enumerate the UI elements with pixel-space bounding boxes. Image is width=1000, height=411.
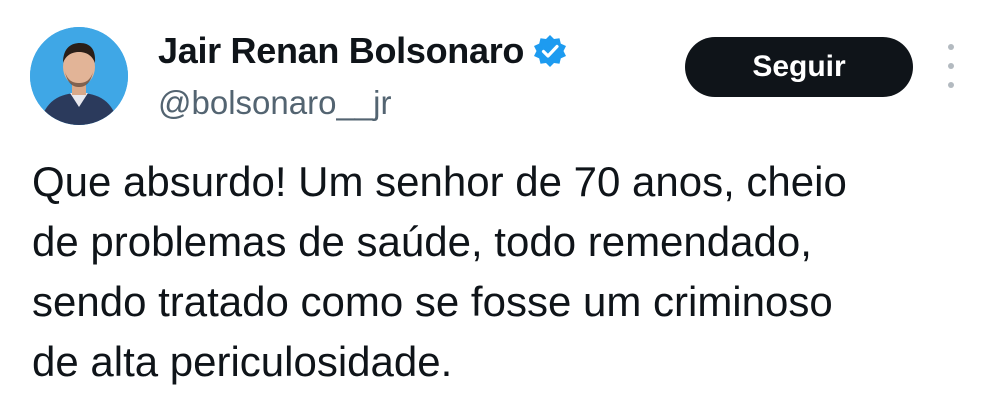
more-vertical-icon[interactable] <box>944 44 958 88</box>
tweet-text-line: sendo tratado como se fosse um criminoso <box>32 278 833 325</box>
tweet-text-line: Que absurdo! Um senhor de 70 anos, cheio <box>32 158 847 205</box>
more-dot <box>948 63 954 69</box>
follow-button[interactable]: Seguir <box>685 37 913 97</box>
verified-badge-icon[interactable] <box>533 34 567 68</box>
more-dot <box>948 44 954 50</box>
author-handle[interactable]: @bolsonaro__jr <box>158 84 391 122</box>
author-display-name[interactable]: Jair Renan Bolsonaro <box>158 30 524 72</box>
tweet-card: Jair Renan Bolsonaro @bolsonaro__jr Segu… <box>0 0 1000 411</box>
avatar-photo <box>30 27 128 125</box>
tweet-text: Que absurdo! Um senhor de 70 anos, cheio… <box>32 152 982 392</box>
avatar[interactable] <box>30 27 128 125</box>
tweet-text-line: de problemas de saúde, todo remendado, <box>32 218 812 265</box>
author-name-row: Jair Renan Bolsonaro <box>158 30 567 72</box>
more-dot <box>948 82 954 88</box>
tweet-text-line: de alta periculosidade. <box>32 338 453 385</box>
